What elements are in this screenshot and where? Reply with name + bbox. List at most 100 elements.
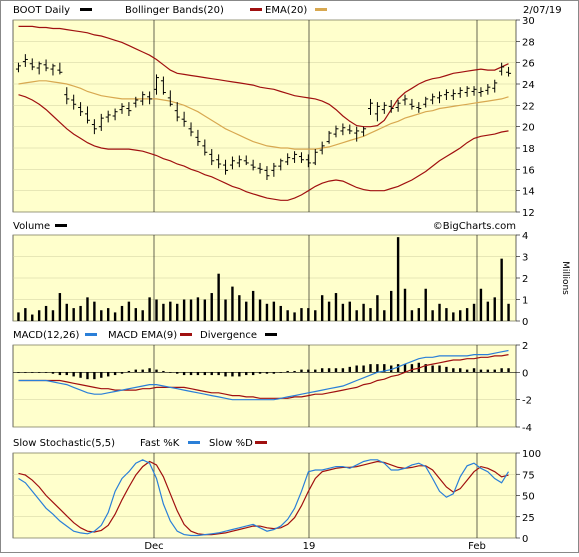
slow-d-label: Slow %D: [209, 438, 253, 449]
fast-k-label: Fast %K: [140, 438, 180, 449]
volume-bar: [286, 310, 289, 321]
volume-bar: [493, 297, 496, 321]
price-tick-label: 30: [522, 16, 535, 27]
divergence-bar: [120, 372, 124, 374]
bollinger-legend-swatch: [250, 8, 262, 11]
divergence-bar: [355, 365, 358, 373]
divergence-bar: [100, 372, 103, 378]
divergence-bar: [500, 368, 503, 373]
price-tick-label: 28: [522, 37, 535, 48]
divergence-bar: [507, 368, 510, 373]
divergence-bar: [162, 370, 165, 373]
divergence-bar: [286, 370, 289, 373]
volume-unit-label: Millions: [560, 261, 570, 295]
divergence-bar: [403, 364, 407, 373]
symbol-label: BOOT Daily: [13, 5, 70, 16]
divergence-bar: [445, 366, 448, 373]
divergence-bar: [141, 369, 144, 373]
volume-bar: [314, 310, 317, 321]
divergence-bar: [472, 368, 476, 373]
volume-bar: [238, 295, 241, 321]
volume-bar: [134, 308, 137, 321]
divergence-bar: [72, 372, 75, 377]
divergence-bar: [79, 372, 82, 378]
volume-bar: [293, 312, 296, 321]
volume-bar: [24, 308, 27, 321]
volume-bar: [120, 305, 124, 321]
divergence-bar: [231, 372, 234, 377]
price-tick-label: 20: [522, 123, 535, 134]
divergence-bar: [155, 369, 158, 373]
stochastic-tick-label: 75: [522, 470, 535, 481]
divergence-bar: [93, 372, 96, 380]
volume-bar: [341, 303, 345, 321]
volume-bar: [327, 301, 331, 321]
volume-bar: [472, 303, 476, 321]
volume-bar: [17, 312, 20, 321]
divergence-bar: [251, 372, 255, 376]
divergence-bar: [169, 372, 172, 373]
macd-tick-label: -2: [522, 396, 532, 407]
volume-bar: [231, 286, 234, 321]
volume-tick-label: 0: [522, 317, 528, 328]
volume-bar: [417, 308, 421, 321]
divergence-bar: [58, 372, 62, 376]
volume-tick-label: 2: [522, 274, 528, 285]
volume-bar: [320, 295, 324, 321]
divergence-bar: [362, 365, 365, 373]
volume-bar: [348, 301, 351, 321]
volume-bar: [196, 297, 200, 321]
stochastic-tick-label: 0: [522, 534, 528, 545]
divergence-bar: [493, 369, 496, 373]
divergence-bar: [293, 370, 296, 373]
price-panel: [12, 19, 517, 213]
date-label: 2/07/19: [523, 5, 562, 16]
volume-bar: [431, 310, 434, 321]
divergence-bar: [300, 369, 303, 373]
volume-bar: [390, 290, 393, 321]
divergence-bar: [410, 364, 414, 373]
volume-bar: [182, 299, 186, 321]
stochastic-title: Slow Stochastic(5,5): [13, 438, 115, 449]
volume-bar: [369, 308, 372, 321]
divergence-bar: [431, 365, 434, 373]
volume-bar: [148, 297, 151, 321]
volume-bar: [445, 308, 448, 321]
divergence-bar: [134, 369, 137, 373]
divergence-bar: [438, 365, 441, 373]
divergence-legend-swatch: [265, 333, 277, 336]
price-tick-label: 16: [522, 165, 535, 176]
divergence-bar: [17, 372, 20, 373]
divergence-bar: [31, 372, 34, 373]
divergence-bar: [148, 368, 151, 373]
volume-bar: [376, 295, 379, 321]
divergence-bar: [479, 369, 483, 373]
volume-title: Volume: [13, 221, 50, 232]
divergence-bar: [203, 372, 207, 376]
volume-tick-label: 1: [522, 296, 528, 307]
volume-bar: [86, 297, 89, 321]
volume-bar: [72, 308, 75, 321]
divergence-bar: [44, 372, 48, 373]
volume-bar: [176, 303, 179, 321]
divergence-bar: [217, 372, 220, 376]
volume-bar: [500, 258, 503, 321]
divergence-bar: [314, 369, 317, 373]
macd-ema-label: MACD EMA(9): [108, 330, 177, 341]
volume-bar: [155, 299, 158, 321]
chart-stage: BOOT Daily Bollinger Bands(20) EMA(20) 2…: [0, 0, 579, 553]
volume-bar: [300, 308, 303, 321]
ema-label: EMA(20): [265, 5, 307, 16]
volume-bar: [210, 293, 213, 321]
divergence-bar: [127, 370, 131, 373]
volume-bar: [403, 288, 407, 321]
macd-ema-legend-swatch: [180, 333, 192, 336]
divergence-bar: [238, 372, 241, 377]
divergence-bar: [86, 372, 89, 380]
divergence-bar: [272, 372, 276, 374]
divergence-bar: [210, 372, 213, 376]
divergence-bar: [113, 372, 117, 376]
price-tick-label: 24: [522, 80, 535, 91]
volume-bar: [362, 303, 365, 321]
divergence-bar: [196, 372, 200, 376]
